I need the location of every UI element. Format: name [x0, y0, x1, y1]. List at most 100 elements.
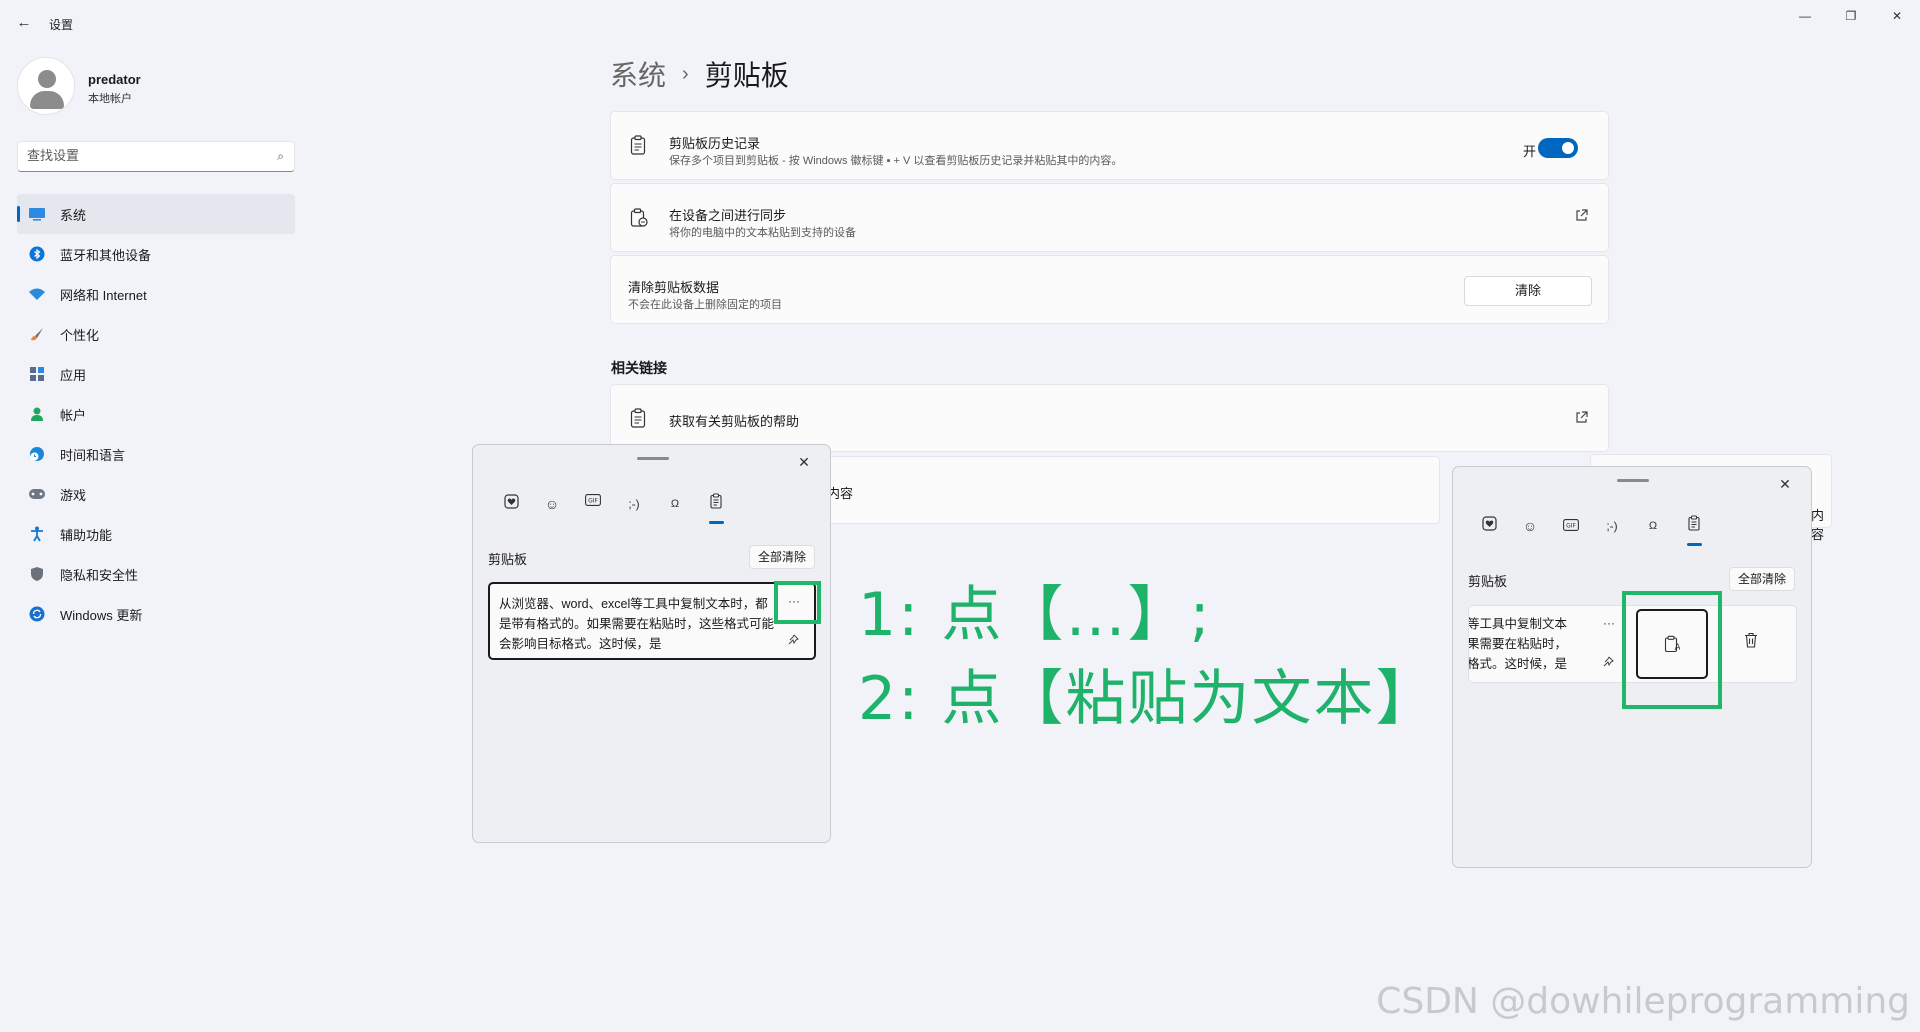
sync-card[interactable]: 在设备之间进行同步 将你的电脑中的文本粘贴到支持的设备	[610, 183, 1609, 252]
watermark: CSDN @dowhileprogramming	[1376, 981, 1910, 1022]
chevron-right-icon: ›	[682, 62, 689, 85]
external-link-icon[interactable]	[1575, 209, 1588, 225]
external-link-icon[interactable]	[1575, 411, 1588, 427]
shield-icon	[27, 564, 47, 584]
sidebar-item-label: 应用	[60, 367, 87, 383]
close-icon[interactable]: ✕	[793, 451, 815, 473]
avatar[interactable]	[17, 57, 75, 115]
symbols-icon[interactable]: Ω	[1642, 515, 1664, 537]
update-icon	[27, 604, 47, 624]
help-link-title: 获取有关剪贴板的帮助	[669, 414, 800, 429]
monitor-icon	[27, 204, 47, 224]
heart-face-icon[interactable]	[500, 493, 522, 515]
svg-text:GIF: GIF	[1566, 523, 1576, 530]
globe-clock-icon	[27, 444, 47, 464]
sidebar-item-network[interactable]: 网络和 Internet	[17, 274, 295, 314]
clipboard-history-toggle[interactable]	[1538, 138, 1578, 158]
delete-icon[interactable]	[1741, 632, 1761, 652]
clipboard-item[interactable]: 从浏览器、word、excel等工具中复制文本时，都是带有格式的。如果需要在粘贴…	[488, 582, 816, 660]
gif-icon[interactable]: GIF	[582, 493, 604, 515]
app-title: 设置	[49, 18, 74, 32]
clear-all-button[interactable]: 全部清除	[749, 545, 815, 569]
sidebar-item-accounts[interactable]: 帐户	[17, 394, 295, 434]
sidebar-item-system[interactable]: 系统	[17, 194, 295, 234]
clipboard-item-text: 从浏览器、word、excel等工具中复制文本时，都是带有格式的。如果需要在粘贴…	[499, 597, 775, 651]
clear-all-button[interactable]: 全部清除	[1729, 567, 1795, 591]
clipboard-history-card: 剪贴板历史记录 保存多个项目到剪贴板 - 按 Windows 徽标键 ▪ + V…	[610, 111, 1609, 180]
background-card-text: 内容	[1811, 508, 1825, 542]
sync-subtitle: 将你的电脑中的文本粘贴到支持的设备	[669, 227, 856, 239]
sidebar-item-bluetooth[interactable]: 蓝牙和其他设备	[17, 234, 295, 274]
bluetooth-icon	[27, 244, 47, 264]
sidebar-item-label: 网络和 Internet	[60, 287, 147, 303]
sidebar-item-label: 系统	[60, 207, 87, 223]
more-options-button[interactable]: ···	[1603, 616, 1615, 630]
clipboard-icon	[630, 408, 646, 433]
sidebar-item-label: 个性化	[60, 327, 100, 343]
search-box: ⌕	[17, 141, 295, 172]
avatar-body	[30, 91, 64, 109]
close-button[interactable]: ✕	[1874, 6, 1920, 26]
search-icon[interactable]: ⌕	[277, 149, 284, 164]
sidebar-item-windows-update[interactable]: Windows 更新	[17, 594, 295, 634]
breadcrumb-parent[interactable]: 系统	[610, 54, 666, 94]
sidebar-item-label: 帐户	[60, 407, 87, 423]
brush-icon	[27, 324, 47, 344]
user-name: predator	[88, 72, 141, 87]
person-icon	[27, 404, 47, 424]
clipboard-item-text: 等工具中复制文本 果需要在粘贴时， 格式。这时候，是	[1468, 617, 1568, 671]
help-link-card[interactable]: 获取有关剪贴板的帮助	[610, 384, 1609, 452]
drag-handle[interactable]	[637, 457, 669, 460]
toggle-label: 开	[1522, 144, 1536, 159]
kaomoji-icon[interactable]: ;-)	[1601, 515, 1623, 537]
kaomoji-icon[interactable]: ;-)	[623, 493, 645, 515]
annotation-step-1: 1: 点【…】;	[858, 580, 1212, 650]
sidebar-item-time-language[interactable]: 时间和语言	[17, 434, 295, 474]
sidebar-item-label: 游戏	[60, 487, 87, 503]
back-button[interactable]: ←	[12, 12, 36, 34]
gamepad-icon	[27, 484, 47, 504]
apps-icon	[27, 364, 47, 384]
sidebar-item-accessibility[interactable]: 辅助功能	[17, 514, 295, 554]
clear-button[interactable]: 清除	[1464, 276, 1592, 306]
clear-data-subtitle: 不会在此设备上删除固定的项目	[628, 299, 782, 311]
drag-handle[interactable]	[1617, 479, 1649, 482]
close-icon[interactable]: ✕	[1774, 473, 1796, 495]
sync-title: 在设备之间进行同步	[669, 208, 787, 223]
account-type: 本地帐户	[88, 93, 132, 105]
clipboard-history-subtitle: 保存多个项目到剪贴板 - 按 Windows 徽标键 ▪ + V 以查看剪贴板历…	[669, 155, 1123, 167]
pin-icon[interactable]	[788, 634, 799, 648]
title-bar: ← 设置 — ❐ ✕	[0, 0, 1920, 44]
sidebar-item-label: 辅助功能	[60, 527, 113, 543]
sidebar-item-personalization[interactable]: 个性化	[17, 314, 295, 354]
sidebar-nav: 系统 蓝牙和其他设备 网络和 Internet 个性化 应用 帐户 时间和语言 …	[17, 194, 295, 634]
clipboard-tab-icon[interactable]	[1683, 515, 1705, 546]
clear-data-card: 清除剪贴板数据 不会在此设备上删除固定的项目 清除	[610, 255, 1609, 324]
clipboard-panel-title: 剪贴板	[1468, 574, 1508, 589]
clipboard-tab-icon[interactable]	[705, 493, 727, 524]
wifi-icon	[27, 284, 47, 304]
sidebar-item-gaming[interactable]: 游戏	[17, 474, 295, 514]
emoji-icon[interactable]: ☺	[541, 493, 563, 515]
pin-icon[interactable]	[1603, 656, 1614, 670]
clipboard-icon	[630, 135, 646, 160]
minimize-button[interactable]: —	[1782, 6, 1828, 26]
clipboard-sync-icon	[630, 208, 648, 233]
maximize-button[interactable]: ❐	[1828, 6, 1874, 26]
clipboard-history-title: 剪贴板历史记录	[669, 136, 761, 151]
heart-face-icon[interactable]	[1478, 515, 1500, 537]
avatar-head	[38, 70, 56, 88]
symbols-icon[interactable]: Ω	[664, 493, 686, 515]
clipboard-panel-left: ✕ ☺ GIF ;-) Ω 剪贴板 全部清除 从浏览器、word、excel等工…	[472, 444, 831, 843]
search-input[interactable]	[27, 148, 257, 163]
accessibility-icon	[27, 524, 47, 544]
sidebar-item-label: 蓝牙和其他设备	[60, 247, 152, 263]
sidebar-item-apps[interactable]: 应用	[17, 354, 295, 394]
breadcrumb: 系统 › 剪贴板	[610, 54, 789, 94]
page-title: 剪贴板	[704, 60, 789, 91]
sidebar-item-label: Windows 更新	[60, 607, 143, 623]
emoji-icon[interactable]: ☺	[1519, 515, 1541, 537]
gif-icon[interactable]: GIF	[1560, 515, 1582, 537]
annotation-step-2: 2: 点【粘贴为文本】	[858, 664, 1438, 734]
sidebar-item-privacy[interactable]: 隐私和安全性	[17, 554, 295, 594]
